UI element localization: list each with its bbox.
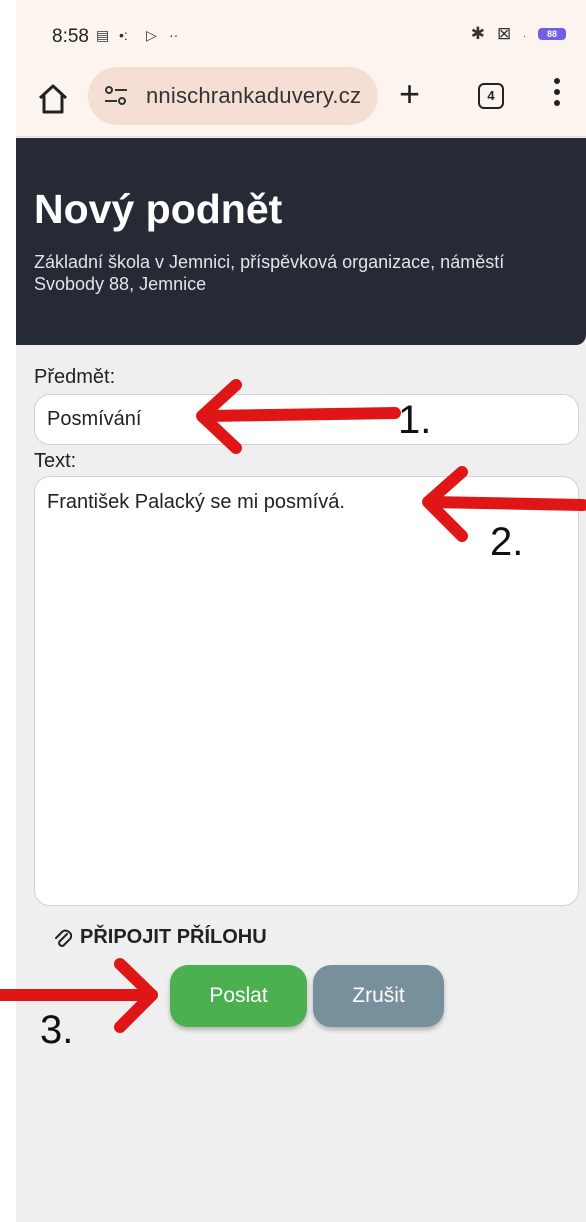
dots-icon: •: xyxy=(119,27,128,43)
site-settings-icon[interactable] xyxy=(104,85,128,107)
cancel-button[interactable]: Zrušit xyxy=(313,965,444,1027)
address-bar[interactable]: nnischrankaduvery.cz xyxy=(88,67,378,125)
paperclip-icon xyxy=(55,929,72,947)
bluetooth-icon: ✱ xyxy=(470,24,485,43)
attach-label: PŘIPOJIT PŘÍLOHU xyxy=(80,926,267,948)
annotation-marker-2: 2. xyxy=(490,520,524,564)
browser-toolbar: nnischrankaduvery.cz + 4 xyxy=(16,64,586,137)
signal-icon: . xyxy=(523,28,526,40)
play-icon: ▷ xyxy=(146,27,157,43)
status-bar: 8:58 ▤ •: ▷ ·· ✱ ⊠ . 88 xyxy=(16,0,586,72)
page-title: Nový podnět xyxy=(34,186,283,232)
page-header: Nový podnět Základní škola v Jemnici, př… xyxy=(16,138,586,345)
page-subtitle: Základní škola v Jemnici, příspěvková or… xyxy=(34,252,505,294)
status-icons: ✱ ⊠ . 88 xyxy=(471,24,566,44)
home-icon[interactable] xyxy=(36,82,70,116)
more-menu-icon[interactable] xyxy=(554,78,562,112)
subject-input[interactable]: Posmívání xyxy=(34,394,579,445)
text-label: Text: xyxy=(34,450,77,472)
no-sim-icon: ⊠ xyxy=(496,24,512,43)
news-icon: ▤ xyxy=(96,27,110,43)
url-text: nnischrankaduvery.cz xyxy=(146,83,362,108)
annotation-marker-1: 1. xyxy=(398,398,432,442)
new-tab-icon[interactable]: + xyxy=(399,76,420,112)
more-notifications-icon: ·· xyxy=(169,27,179,43)
subject-label: Předmět: xyxy=(34,366,116,388)
status-time: 8:58 xyxy=(52,26,89,47)
send-button[interactable]: Poslat xyxy=(170,965,307,1027)
tab-switcher-button[interactable]: 4 xyxy=(478,83,504,109)
annotation-marker-3: 3. xyxy=(40,1008,74,1052)
attach-file-button[interactable]: PŘIPOJIT PŘÍLOHU xyxy=(54,926,267,949)
phone-screen: 8:58 ▤ •: ▷ ·· ✱ ⊠ . 88 nnischrankaduver… xyxy=(16,0,586,1222)
battery-icon: 88 xyxy=(538,28,566,40)
